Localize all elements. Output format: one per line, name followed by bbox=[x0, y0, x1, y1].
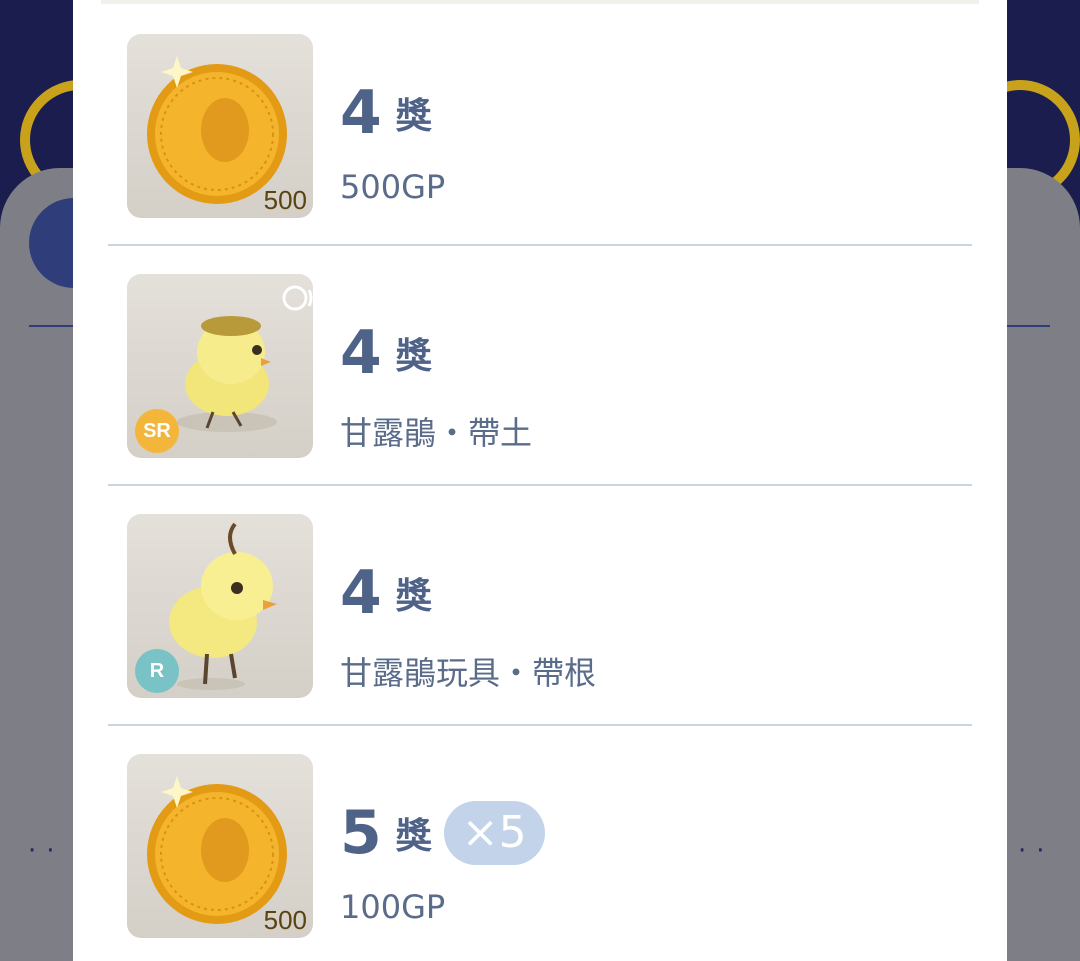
prize-name: 100GP bbox=[340, 888, 446, 926]
prize-name: 甘露鵑・帶土 bbox=[340, 414, 533, 452]
prize-list-modal: 500 4獎 500GP SR 4獎 甘露鵑・帶土 R 4 獎 甘露鵑玩具・帶根… bbox=[73, 0, 1007, 961]
prize-row: R 4獎 甘露鵑玩具・帶根 bbox=[108, 486, 972, 726]
background-dots: ·· bbox=[28, 836, 65, 866]
toy-chick-icon: R bbox=[127, 514, 313, 698]
rank-word: 獎 bbox=[395, 336, 432, 377]
prize-rank: 4獎 bbox=[340, 78, 432, 148]
prize-rank: 5 獎 ×5 bbox=[340, 798, 545, 868]
coin-value-label: 500 bbox=[263, 185, 307, 215]
prize-row: 500 4獎 500GP bbox=[108, 6, 972, 246]
gold-coin-icon: 500 bbox=[127, 34, 313, 218]
multiplier-badge: ×5 bbox=[443, 801, 545, 865]
rank-number: 4 bbox=[340, 318, 382, 388]
prize-name: 甘露鵑玩具・帶根 bbox=[340, 654, 597, 692]
rank-word: 獎 bbox=[395, 816, 432, 857]
rank-number: 4 bbox=[340, 78, 382, 148]
prize-rank: 4獎 bbox=[340, 558, 432, 628]
prize-name: 500GP bbox=[340, 168, 446, 206]
rank-word: 獎 bbox=[395, 576, 432, 617]
rarity-badge: SR bbox=[135, 409, 179, 453]
prize-row: 500 5 獎 ×5 100GP bbox=[108, 726, 972, 961]
prize-rank: 4獎 bbox=[340, 318, 432, 388]
rank-number: 4 bbox=[340, 558, 382, 628]
prize-row: SR 4獎 甘露鵑・帶土 bbox=[108, 246, 972, 486]
rank-number: 5 bbox=[340, 798, 382, 868]
rank-word: 獎 bbox=[395, 96, 432, 137]
rarity-badge: R bbox=[135, 649, 179, 693]
background-divider bbox=[1000, 325, 1050, 327]
chick-icon: SR bbox=[127, 274, 313, 458]
gold-coin-icon: 500 bbox=[127, 754, 313, 938]
background-dots: ·· bbox=[1018, 836, 1055, 866]
coin-value-label: 500 bbox=[263, 905, 307, 935]
modal-top-divider bbox=[101, 0, 979, 4]
